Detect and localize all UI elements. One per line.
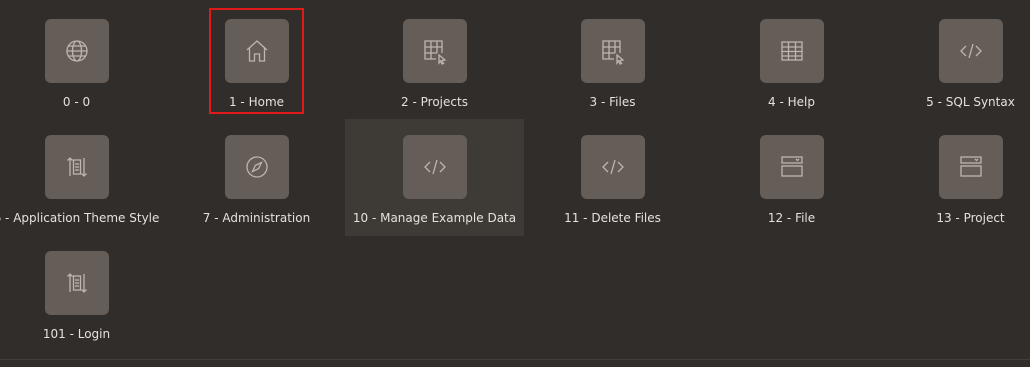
page-tile-1[interactable]: 1 - Home bbox=[167, 0, 346, 116]
page-tile-label: 13 - Project bbox=[936, 211, 1005, 225]
page-tile-label: 4 - Help bbox=[768, 95, 815, 109]
page-tile-label: 12 - File bbox=[767, 211, 816, 225]
globe-icon bbox=[44, 19, 109, 83]
compass-icon bbox=[224, 135, 289, 199]
page-tile-label: 5 - SQL Syntax bbox=[926, 95, 1015, 109]
page-tile-12[interactable]: 12 - File bbox=[702, 116, 881, 232]
sort-list-icon bbox=[44, 251, 109, 315]
page-tile-label: 11 - Delete Files bbox=[564, 211, 661, 225]
page-grid: 0 - 0 1 - Home 2 - Projects 3 - Files 4 … bbox=[0, 0, 1030, 360]
page-tile-6[interactable]: 6 - Application Theme Style bbox=[0, 116, 166, 232]
sort-list-icon bbox=[44, 135, 109, 199]
page-tile-10[interactable]: 10 - Manage Example Data bbox=[345, 119, 524, 236]
page-tile-label: 101 - Login bbox=[42, 327, 111, 341]
page-tile-label: 1 - Home bbox=[228, 95, 285, 109]
page-tile-0[interactable]: 0 - 0 bbox=[0, 0, 166, 116]
page-tile-2[interactable]: 2 - Projects bbox=[345, 0, 524, 116]
code-icon bbox=[938, 19, 1003, 83]
page-tile-label: 10 - Manage Example Data bbox=[352, 211, 517, 225]
page-tile-label: 0 - 0 bbox=[62, 95, 91, 109]
grid-pointer-icon bbox=[402, 19, 467, 83]
form-icon bbox=[938, 135, 1003, 199]
form-icon bbox=[759, 135, 824, 199]
page-tile-13[interactable]: 13 - Project bbox=[881, 116, 1030, 232]
divider bbox=[0, 359, 1030, 360]
page-tile-label: 2 - Projects bbox=[401, 95, 468, 109]
code-icon bbox=[402, 135, 467, 199]
page-tile-5[interactable]: 5 - SQL Syntax bbox=[881, 0, 1030, 116]
page-tile-7[interactable]: 7 - Administration bbox=[167, 116, 346, 232]
grid-pointer-icon bbox=[580, 19, 645, 83]
table-icon bbox=[759, 19, 824, 83]
page-tile-label: 6 - Application Theme Style bbox=[0, 211, 160, 225]
page-tile-label: 7 - Administration bbox=[202, 211, 311, 225]
home-icon bbox=[224, 19, 289, 83]
page-tile-11[interactable]: 11 - Delete Files bbox=[523, 116, 702, 232]
code-icon bbox=[580, 135, 645, 199]
page-tile-label: 3 - Files bbox=[589, 95, 636, 109]
page-tile-3[interactable]: 3 - Files bbox=[523, 0, 702, 116]
page-tile-101[interactable]: 101 - Login bbox=[0, 232, 166, 348]
page-tile-4[interactable]: 4 - Help bbox=[702, 0, 881, 116]
